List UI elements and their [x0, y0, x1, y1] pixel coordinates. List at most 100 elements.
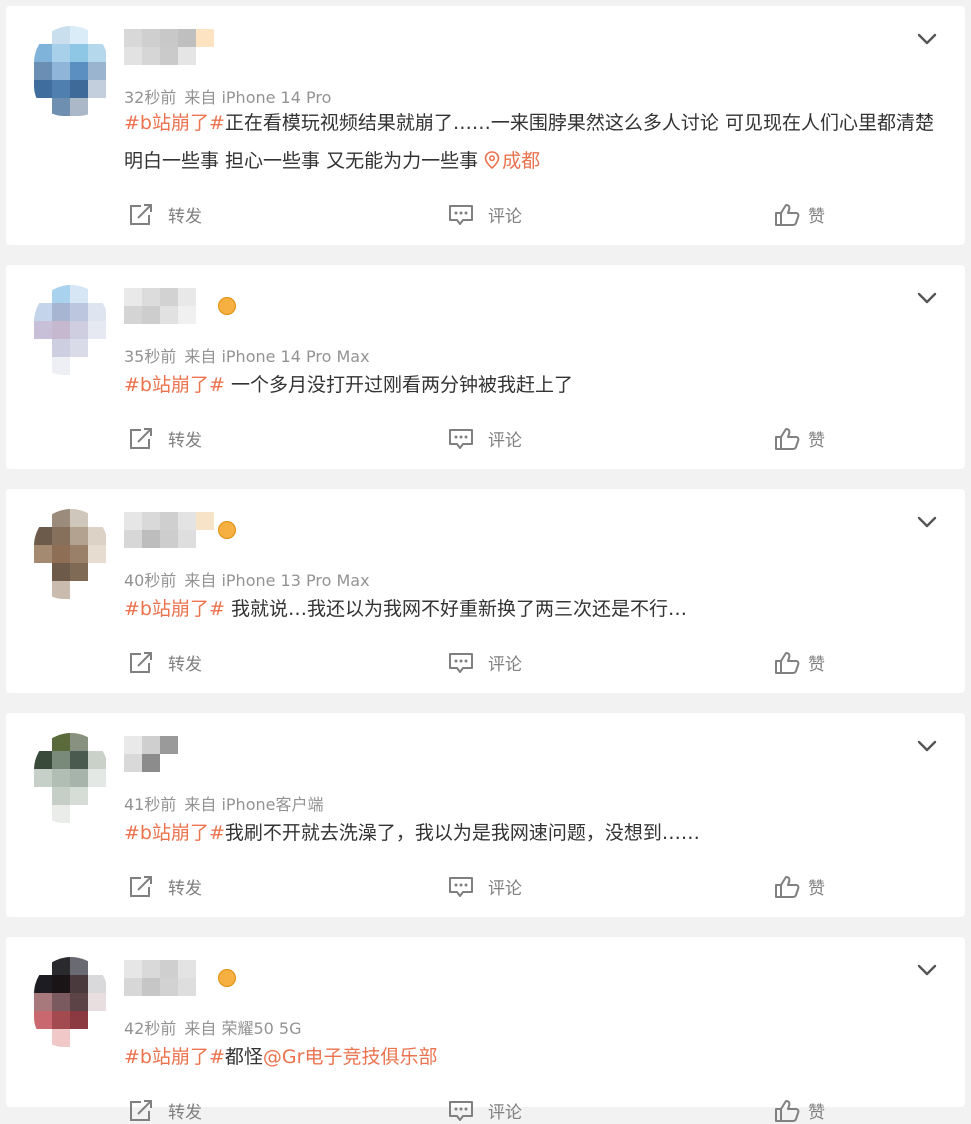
chevron-down-icon[interactable] [917, 961, 937, 976]
repost-button[interactable]: 转发 [128, 202, 202, 227]
like-button[interactable]: 赞 [774, 874, 825, 899]
avatar-pixel [70, 545, 88, 563]
name-pixel [196, 288, 214, 306]
repost-button[interactable]: 转发 [128, 650, 202, 675]
avatar-pixel [52, 769, 70, 787]
username-obscured[interactable] [124, 287, 236, 325]
name-pixel [142, 47, 160, 65]
like-button[interactable]: 赞 [774, 1098, 825, 1123]
avatar[interactable] [34, 26, 108, 116]
post-time[interactable]: 42秒前 [124, 1019, 176, 1038]
avatar-pixel [34, 1029, 52, 1047]
like-button[interactable]: 赞 [774, 426, 825, 451]
username-obscured[interactable] [124, 959, 236, 997]
avatar[interactable] [34, 285, 108, 375]
comment-icon [448, 1099, 474, 1123]
name-pixel [160, 306, 178, 324]
avatar-pixel [70, 769, 88, 787]
topic-link[interactable]: #b站崩了# [124, 112, 225, 134]
name-pixel [124, 306, 142, 324]
location-link[interactable]: 成都 [484, 150, 540, 172]
chevron-down-icon[interactable] [917, 513, 937, 528]
repost-button[interactable]: 转发 [128, 874, 202, 899]
avatar-pixel [34, 98, 52, 116]
repost-button[interactable]: 转发 [128, 426, 202, 451]
topic-link[interactable]: #b站崩了# [124, 1046, 225, 1068]
mention-link[interactable]: @Gr电子竞技俱乐部 [263, 1046, 438, 1068]
chevron-down-icon[interactable] [917, 289, 937, 304]
avatar-pixel [70, 1029, 88, 1047]
name-pixel [142, 306, 160, 324]
topic-link[interactable]: #b站崩了# [124, 374, 225, 396]
avatar-pixel [88, 98, 106, 116]
avatar-pixel [70, 975, 88, 993]
name-pixel [142, 960, 160, 978]
avatar-pixel [88, 993, 106, 1011]
avatar-pixel [88, 769, 106, 787]
topic-link[interactable]: #b站崩了# [124, 822, 225, 844]
comment-button[interactable]: 评论 [448, 650, 522, 675]
name-pixel [142, 754, 160, 772]
name-pixel [196, 29, 214, 47]
post-time[interactable]: 35秒前 [124, 347, 176, 366]
avatar-pixel [34, 957, 52, 975]
name-pixel [142, 288, 160, 306]
comment-label: 评论 [488, 655, 522, 675]
like-button[interactable]: 赞 [774, 202, 825, 227]
post-time[interactable]: 40秒前 [124, 571, 176, 590]
avatar-pixel [88, 1029, 106, 1047]
avatar[interactable] [34, 733, 108, 823]
repost-icon [128, 203, 154, 227]
post-body: 我就说…我还以为我网不好重新换了两三次还是不行… [224, 598, 687, 620]
avatar-pixel [34, 285, 52, 303]
avatar[interactable] [34, 509, 108, 599]
comment-button[interactable]: 评论 [448, 202, 522, 227]
repost-label: 转发 [168, 655, 202, 675]
chevron-down-icon[interactable] [917, 30, 937, 45]
post-text: #b站崩了#都怪@Gr电子竞技俱乐部 [124, 1038, 944, 1076]
name-pixel [124, 736, 142, 754]
username-obscured[interactable] [124, 511, 236, 549]
avatar-pixel [52, 1011, 70, 1029]
like-label: 赞 [808, 431, 825, 451]
avatar-pixel [70, 44, 88, 62]
topic-link[interactable]: #b站崩了# [124, 598, 225, 620]
comment-button[interactable]: 评论 [448, 426, 522, 451]
avatar-pixel [88, 527, 106, 545]
comment-button[interactable]: 评论 [448, 1098, 522, 1123]
comment-button[interactable]: 评论 [448, 874, 522, 899]
name-pixel [124, 978, 142, 996]
avatar-pixel [52, 303, 70, 321]
like-button[interactable]: 赞 [774, 650, 825, 675]
like-icon [774, 651, 800, 675]
post-source: 来自 荣耀50 5G [184, 1019, 302, 1038]
avatar[interactable] [34, 957, 108, 1047]
username-obscured[interactable] [124, 735, 214, 773]
name-pixel [142, 530, 160, 548]
avatar-pixel [70, 80, 88, 98]
avatar-pixel [52, 509, 70, 527]
name-pixel [160, 29, 178, 47]
comment-label: 评论 [488, 431, 522, 451]
chevron-down-icon[interactable] [917, 737, 937, 752]
avatar-pixel [52, 563, 70, 581]
avatar-pixel [34, 1011, 52, 1029]
post-time[interactable]: 41秒前 [124, 795, 176, 814]
avatar-pixel [70, 581, 88, 599]
avatar-pixel [34, 509, 52, 527]
repost-button[interactable]: 转发 [128, 1098, 202, 1123]
avatar-pixel [70, 62, 88, 80]
username-obscured[interactable] [124, 28, 214, 66]
avatar-pixel [52, 957, 70, 975]
post-source: 来自 iPhone 14 Pro Max [184, 347, 370, 366]
post-card: 35秒前 来自 iPhone 14 Pro Max #b站崩了# 一个多月没打开过刚… [6, 265, 965, 469]
post-body: 一个多月没打开过刚看两分钟被我赶上了 [224, 374, 573, 396]
avatar-pixel [52, 80, 70, 98]
post-card: 42秒前 来自 荣耀50 5G #b站崩了#都怪@Gr电子竞技俱乐部转发 评论 赞 [6, 937, 965, 1123]
avatar-pixel [52, 357, 70, 375]
name-pixel [196, 736, 214, 754]
avatar-pixel [52, 733, 70, 751]
name-pixel [160, 288, 178, 306]
repost-label: 转发 [168, 207, 202, 227]
avatar-pixel [88, 509, 106, 527]
